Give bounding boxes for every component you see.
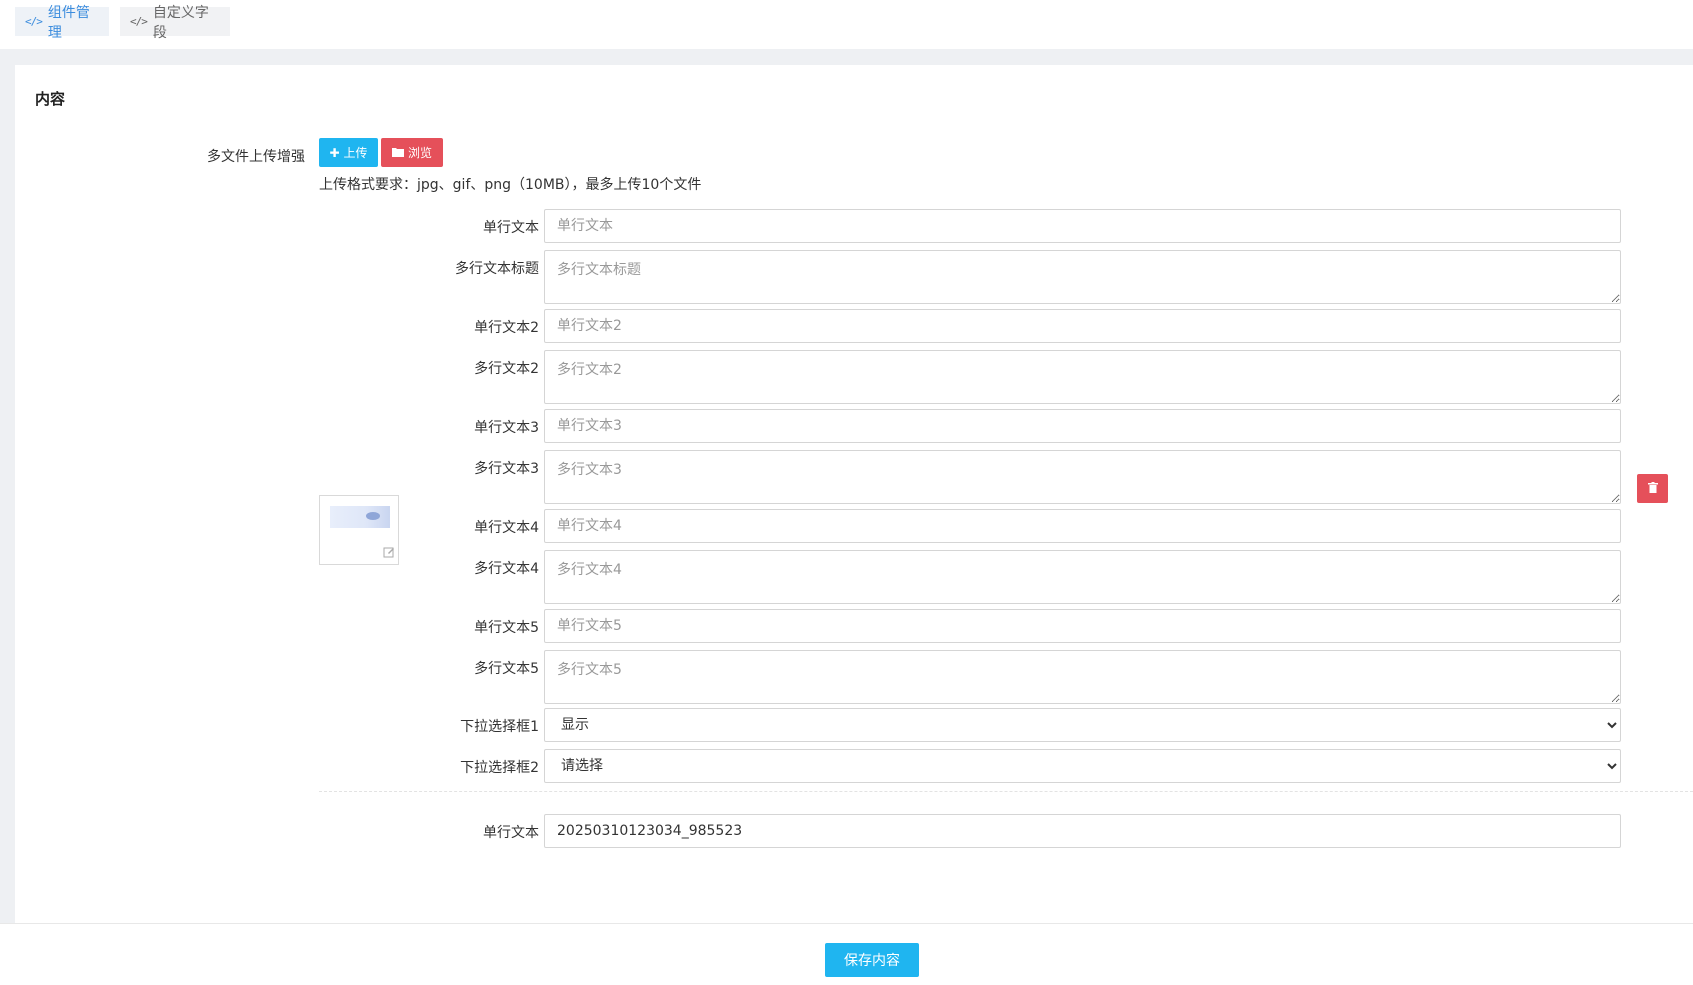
tab-component-management[interactable]: </> 组件管理 (15, 5, 109, 41)
top-tab-bar: </> 组件管理 </> 自定义字段 (0, 0, 1693, 49)
plus-icon: ✚ (329, 145, 340, 160)
upload-hint: 上传格式要求：jpg、gif、png（10MB），最多上传10个文件 (319, 177, 702, 193)
upload-label: 多文件上传增强 (207, 149, 305, 165)
browse-button[interactable]: 浏览 (381, 138, 443, 167)
field-label-bottom-single-text: 单行文本 (483, 825, 539, 841)
save-content-button[interactable]: 保存内容 (825, 943, 919, 977)
upload-button[interactable]: ✚ 上传 (319, 138, 378, 167)
multi-text-5-textarea[interactable] (544, 650, 1621, 704)
single-text-5-input[interactable] (544, 609, 1621, 643)
field-label-multi-text-title: 多行文本标题 (455, 261, 539, 277)
content-panel: 内容 多文件上传增强 ✚ 上传 浏览 上传格式要求：jpg、gif、png（10… (15, 65, 1693, 923)
delete-button[interactable] (1637, 474, 1668, 503)
multi-text-3-textarea[interactable] (544, 450, 1621, 504)
field-label-multi-text-2: 多行文本2 (474, 361, 539, 377)
dropdown-1-select[interactable]: 显示 (544, 708, 1621, 742)
panel-title: 内容 (35, 90, 66, 108)
bottom-single-text-input[interactable] (544, 814, 1621, 848)
single-text-input[interactable] (544, 209, 1621, 243)
tab-label: 组件管理 (47, 4, 90, 41)
multi-text-4-textarea[interactable] (544, 550, 1621, 604)
tab-custom-fields[interactable]: </> 自定义字段 (120, 5, 230, 41)
field-label-single-text-5: 单行文本5 (474, 620, 539, 636)
field-label-multi-text-4: 多行文本4 (474, 561, 539, 577)
upload-button-label: 上传 (343, 146, 368, 160)
folder-icon (391, 146, 404, 160)
dropdown-2-select[interactable]: 请选择 (544, 749, 1621, 783)
field-label-single-text-3: 单行文本3 (474, 420, 539, 436)
field-label-single-text-2: 单行文本2 (474, 320, 539, 336)
multi-text-2-textarea[interactable] (544, 350, 1621, 404)
footer-bar: 保存内容 (0, 923, 1693, 985)
field-label-dropdown-2: 下拉选择框2 (460, 760, 539, 776)
code-icon: </> (130, 15, 148, 28)
field-label-multi-text-3: 多行文本3 (474, 461, 539, 477)
field-label-single-text-4: 单行文本4 (474, 520, 539, 536)
field-label-dropdown-1: 下拉选择框1 (460, 719, 539, 735)
section-divider (319, 791, 1693, 792)
code-icon: </> (25, 15, 43, 28)
field-label-single-text: 单行文本 (483, 220, 539, 236)
single-text-4-input[interactable] (544, 509, 1621, 543)
single-text-3-input[interactable] (544, 409, 1621, 443)
field-label-multi-text-5: 多行文本5 (474, 661, 539, 677)
trash-icon (1647, 481, 1658, 496)
tab-label: 自定义字段 (152, 4, 209, 41)
browse-button-label: 浏览 (407, 146, 432, 160)
multi-text-title-textarea[interactable] (544, 250, 1621, 304)
single-text-2-input[interactable] (544, 309, 1621, 343)
